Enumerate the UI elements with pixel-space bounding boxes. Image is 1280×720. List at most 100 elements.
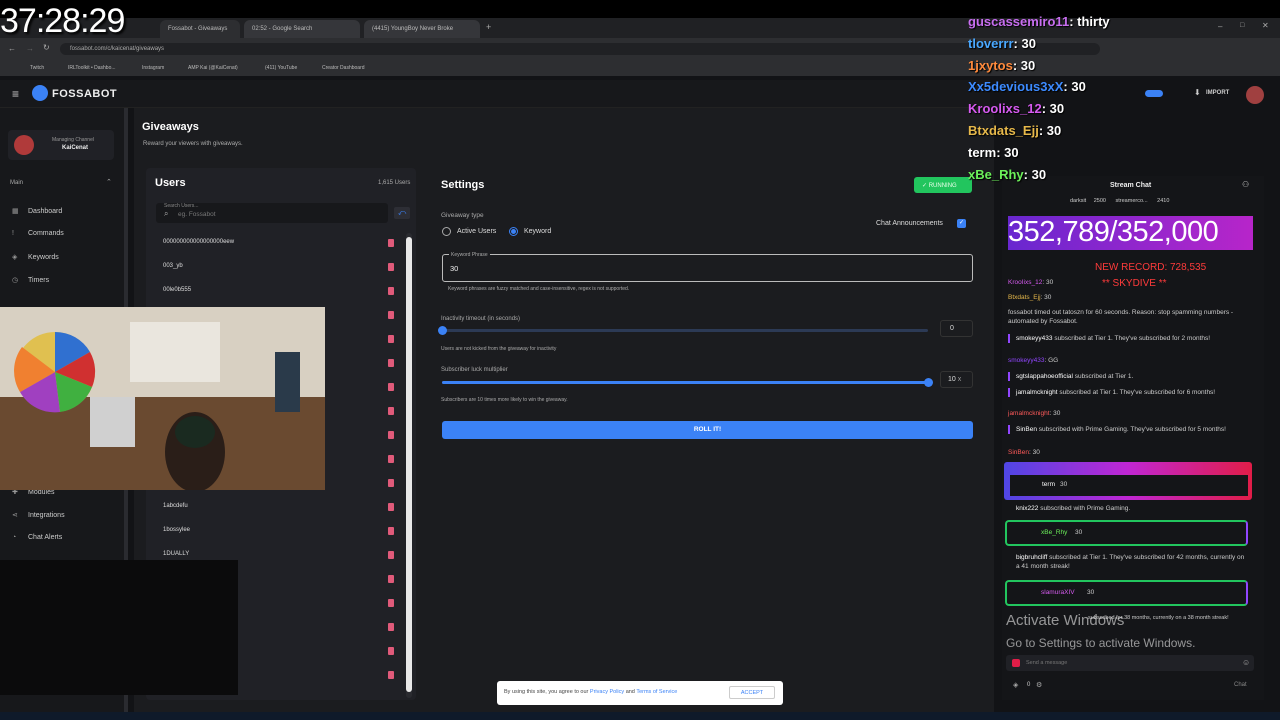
chat-send-button[interactable]: Chat: [1234, 682, 1247, 688]
trash-icon[interactable]: [388, 383, 394, 391]
privacy-link[interactable]: Privacy Policy: [590, 689, 624, 695]
users-icon[interactable]: ⚇: [1242, 180, 1249, 189]
chat-input[interactable]: Send a message ☺: [1006, 655, 1254, 671]
emote-icon[interactable]: ☺: [1242, 658, 1250, 667]
users-search-input[interactable]: Search Users... ⌕ eg. Fossabot: [156, 203, 388, 223]
trash-icon[interactable]: [388, 239, 394, 247]
users-scrollbar[interactable]: [406, 233, 412, 698]
chat-message: Btxdats_Ejj: 30: [1008, 294, 1052, 301]
forward-icon[interactable]: →: [26, 44, 34, 53]
sub-luck-slider[interactable]: [442, 378, 933, 387]
accept-button[interactable]: ACCEPT: [729, 686, 775, 699]
sub-alert: jamalmcknight subscribed at Tier 1. They…: [1008, 388, 1248, 397]
list-item[interactable]: 1DUALLY: [163, 551, 189, 557]
trash-icon[interactable]: [388, 263, 394, 271]
terms-link[interactable]: Terms of Service: [636, 689, 677, 695]
trash-icon[interactable]: [388, 575, 394, 583]
trash-icon[interactable]: [388, 455, 394, 463]
trash-icon[interactable]: [388, 359, 394, 367]
sort-icon[interactable]: ⤺: [394, 207, 410, 219]
trash-icon[interactable]: [388, 671, 394, 679]
highlight-message: xBe_Rhy 30: [1005, 520, 1248, 546]
webcam-image: [0, 307, 325, 490]
bookmark[interactable]: Instagram: [142, 65, 164, 71]
inactivity-value-input[interactable]: 0: [940, 320, 973, 337]
trash-icon[interactable]: [388, 551, 394, 559]
sub-luck-value-input[interactable]: 10 x: [940, 371, 973, 388]
sidebar-item-chat-alerts[interactable]: ◔ Chat Alerts: [12, 534, 62, 541]
import-button[interactable]: IMPORT: [1206, 90, 1229, 96]
overlay-chat-line: tloverrr: 30: [968, 35, 1036, 51]
address-bar[interactable]: fossabot.com/c/kaicenat/giveaways: [60, 43, 1100, 55]
share-icon: ⋖: [12, 512, 18, 519]
viewer-count: 352,789/352,000: [1008, 216, 1219, 248]
chat-announcements-label: Chat Announcements: [876, 220, 943, 227]
keyword-value: 30: [450, 264, 459, 273]
trash-icon[interactable]: [388, 287, 394, 295]
channel-avatar: [14, 135, 34, 155]
settings-icon[interactable]: ⚙: [1036, 681, 1042, 689]
trash-icon[interactable]: [388, 647, 394, 655]
overlay-chat-line: term: 30: [968, 144, 1019, 160]
record-text: NEW RECORD: 728,535: [1095, 262, 1207, 273]
bookmark[interactable]: IRLToolkit • Dashbo...: [68, 65, 116, 71]
exclamation-icon: !: [12, 230, 14, 237]
trash-icon[interactable]: [388, 599, 394, 607]
scrollbar-thumb[interactable]: [406, 237, 412, 692]
list-item[interactable]: 1abcdefu: [163, 503, 188, 509]
trash-icon[interactable]: [388, 431, 394, 439]
import-icon[interactable]: ⬇: [1194, 88, 1201, 97]
slider-thumb[interactable]: [438, 326, 447, 335]
bookmark[interactable]: (411) YouTube: [265, 65, 297, 71]
bookmark[interactable]: AMP Kai (@KaiCenat): [188, 65, 238, 71]
keyword-input[interactable]: Keyword Phrase 30: [442, 252, 973, 282]
close-window-icon[interactable]: ✕: [1262, 21, 1269, 30]
list-item[interactable]: 00le0b555: [163, 287, 191, 293]
points-count: 0: [1027, 682, 1031, 688]
trash-icon[interactable]: [388, 623, 394, 631]
slider-thumb[interactable]: [924, 378, 933, 387]
badge-icon[interactable]: [1012, 659, 1020, 667]
overlay-chat-line: guscassemiro11: thirty: [968, 14, 1110, 29]
radio-active-users[interactable]: [442, 227, 451, 236]
trash-icon[interactable]: [388, 479, 394, 487]
chat-announcements-checkbox[interactable]: ✓: [957, 219, 966, 228]
inactivity-label: Inactivity timeout (in seconds): [441, 316, 521, 322]
list-item[interactable]: 003_yb: [163, 263, 183, 269]
trash-icon[interactable]: [388, 335, 394, 343]
sidebar-item-commands[interactable]: ! Commands: [12, 230, 64, 237]
highlight-message: term 30: [1010, 475, 1248, 496]
radio-keyword[interactable]: [509, 227, 518, 236]
points-icon[interactable]: ◈: [1013, 681, 1018, 689]
maximize-icon[interactable]: □: [1240, 22, 1244, 29]
status-badge: ✓ RUNNING: [914, 177, 972, 193]
new-tab-icon[interactable]: +: [486, 22, 491, 32]
sidebar-item-keywords[interactable]: ◈ Keywords: [12, 253, 59, 261]
sidebar-item-integrations[interactable]: ⋖ Integrations: [12, 511, 65, 519]
minimize-icon[interactable]: –: [1218, 22, 1222, 31]
list-item[interactable]: 1bossylee: [163, 527, 190, 533]
inactivity-slider[interactable]: [438, 326, 928, 335]
chevron-up-icon[interactable]: ⌃: [106, 178, 112, 186]
trash-icon[interactable]: [388, 503, 394, 511]
menu-icon[interactable]: ≡: [12, 87, 19, 101]
trash-icon[interactable]: [388, 527, 394, 535]
avatar[interactable]: [1246, 86, 1264, 104]
trash-icon[interactable]: [388, 311, 394, 319]
sidebar-item-timers[interactable]: ◷ Timers: [12, 276, 49, 284]
bookmark[interactable]: Creator Dashboard: [322, 65, 365, 71]
theme-toggle[interactable]: [1145, 90, 1163, 97]
roll-button[interactable]: ROLL IT!: [442, 421, 973, 439]
channel-card[interactable]: Managing Channel KaiCenat: [8, 130, 114, 160]
cookie-banner: By using this site, you agree to our Pri…: [497, 681, 783, 705]
reload-icon[interactable]: ↻: [43, 43, 50, 52]
back-icon[interactable]: ←: [8, 44, 16, 53]
browser-tab[interactable]: (4415) YoungBoy Never Broke: [364, 20, 480, 38]
browser-tab[interactable]: 02:52 - Google Search: [244, 20, 360, 38]
browser-tab[interactable]: Fossabot - Giveaways: [160, 20, 240, 38]
search-placeholder: eg. Fossabot: [178, 211, 216, 218]
trash-icon[interactable]: [388, 407, 394, 415]
bookmark[interactable]: Twitch: [30, 65, 44, 71]
list-item[interactable]: 000000000000000000eew: [163, 239, 234, 245]
sidebar-item-dashboard[interactable]: ▦ Dashboard: [12, 207, 62, 215]
